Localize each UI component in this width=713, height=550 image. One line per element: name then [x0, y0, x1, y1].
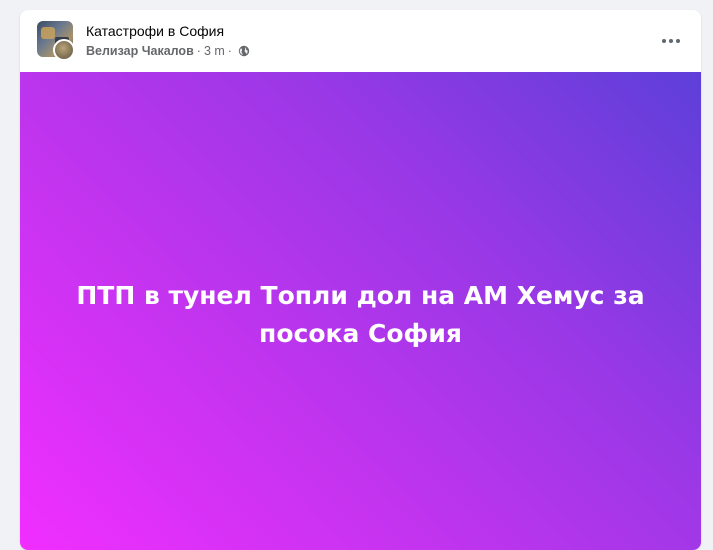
more-options-button[interactable] [659, 32, 683, 50]
post-timestamp[interactable]: 3 m [204, 44, 225, 58]
meta-separator: · [196, 44, 201, 58]
globe-icon[interactable] [238, 45, 250, 57]
meta-separator: · [227, 44, 232, 58]
group-avatar-detail [41, 27, 55, 39]
more-options-icon [676, 39, 680, 43]
more-options-icon [669, 39, 673, 43]
post-background[interactable]: ПТП в тунел Топли дол на АМ Хемус за пос… [20, 72, 701, 550]
post-header: Катастрофи в София Велизар Чакалов · 3 m… [20, 10, 701, 72]
author-avatar[interactable] [53, 39, 75, 61]
author-name-link[interactable]: Велизар Чакалов [86, 44, 194, 58]
post-card: Катастрофи в София Велизар Чакалов · 3 m… [20, 10, 701, 550]
more-options-icon [662, 39, 666, 43]
post-meta: Велизар Чакалов · 3 m · [86, 44, 250, 58]
group-name-link[interactable]: Катастрофи в София [86, 23, 224, 39]
post-text: ПТП в тунел Топли дол на АМ Хемус за пос… [76, 281, 645, 348]
